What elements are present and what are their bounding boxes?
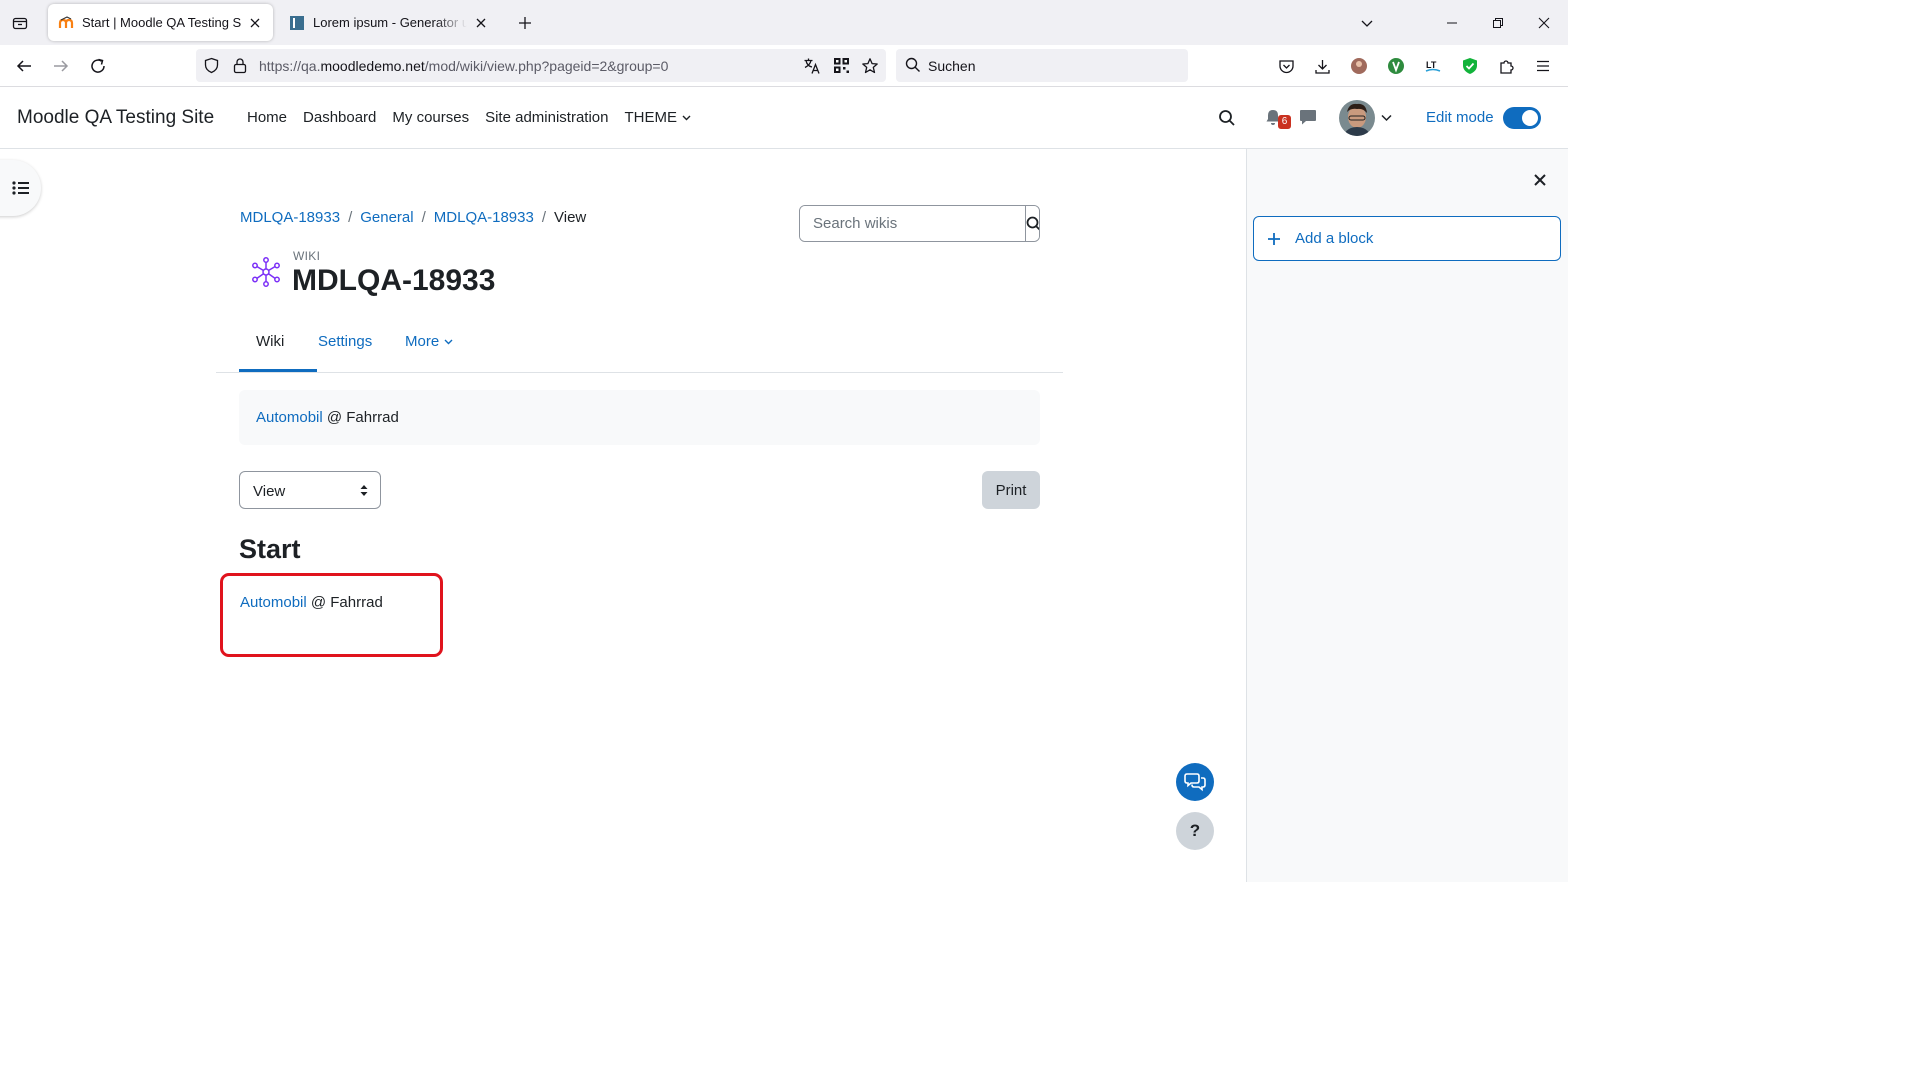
browser-toolbar: https://qa.moodledemo.net/mod/wiki/view.… [0,45,1568,87]
user-avatar[interactable] [1339,100,1375,136]
edit-mode-label: Edit mode [1426,109,1494,126]
wiki-nav-link-automobil[interactable]: Automobil [256,409,323,426]
primary-navigation: Home Dashboard My courses Site administr… [247,109,691,126]
lorem-favicon-icon [289,15,305,31]
bookmark-star-icon[interactable] [861,57,879,75]
back-icon[interactable] [11,53,37,79]
languagetool-icon[interactable]: LT [1420,53,1446,79]
toggle-knob [1522,110,1538,126]
tab-wiki[interactable]: Wiki [256,333,284,350]
browser-search-bar[interactable]: Suchen [896,49,1188,82]
nav-theme-dropdown[interactable]: THEME [625,109,692,126]
moodle-header: Moodle QA Testing Site Home Dashboard My… [0,87,1568,149]
tab-settings[interactable]: Settings [318,333,372,350]
chevron-down-icon [444,339,453,345]
nav-site-administration[interactable]: Site administration [485,109,608,126]
list-all-tabs-icon[interactable] [1355,11,1379,35]
wiki-nav-rest: @ Fahrrad [322,409,399,426]
profile-extension-icon[interactable] [1346,53,1372,79]
qr-code-icon[interactable] [833,57,850,74]
close-window-icon[interactable] [1532,11,1556,35]
search-wikis-button[interactable] [1025,206,1039,241]
list-icon [11,181,29,195]
moodle-favicon-icon [58,15,74,31]
nav-home[interactable]: Home [247,109,287,126]
shield-icon[interactable] [203,57,220,74]
view-select-value: View [253,483,286,500]
chevron-down-icon [682,115,691,121]
search-wikis-input[interactable] [800,206,1025,241]
url-bar[interactable]: https://qa.moodledemo.net/mod/wiki/view.… [196,49,886,82]
hamburger-menu-icon[interactable] [1530,53,1556,79]
search-icon [905,57,921,73]
translate-icon[interactable] [803,57,821,75]
restore-icon[interactable] [1486,11,1510,35]
forward-icon[interactable] [48,53,74,79]
add-block-button[interactable]: Add a block [1253,216,1561,261]
extension-green-icon[interactable] [1383,53,1409,79]
reload-icon[interactable] [85,53,111,79]
chat-button[interactable] [1176,763,1214,801]
minimize-icon[interactable] [1440,11,1464,35]
browser-tab-bar: Start | Moodle QA Testing Site Lorem ips… [0,0,1568,45]
secondary-navigation: Wiki Settings More [216,324,1063,373]
close-block-drawer-icon[interactable] [1530,170,1550,190]
wiki-navigation-box: Automobil @ Fahrrad [239,390,1040,445]
nav-my-courses[interactable]: My courses [392,109,469,126]
close-tab-icon[interactable] [247,15,263,31]
security-shield-icon[interactable] [1457,53,1483,79]
tab-list-icon[interactable] [8,11,32,35]
active-tab-indicator [239,369,317,372]
module-type-label: WIKI [293,249,321,263]
wiki-nav-text: Automobil @ Fahrrad [256,409,399,426]
search-wikis-form [799,205,1040,242]
new-tab-icon[interactable] [514,12,536,34]
page-title: MDLQA-18933 [292,264,496,297]
tab-title: Lorem ipsum - Generator und Info [313,15,467,30]
browser-search-placeholder: Suchen [928,58,976,74]
wiki-page-heading: Start [239,534,301,564]
nav-dashboard[interactable]: Dashboard [303,109,376,126]
plus-icon [1268,232,1280,245]
breadcrumb-separator: / [541,209,547,226]
messages-icon[interactable] [1299,109,1317,126]
view-select[interactable]: View [239,471,381,509]
close-tab-icon[interactable] [473,15,489,31]
help-button[interactable]: ? [1176,812,1214,850]
wiki-activity-icon [250,256,282,288]
search-icon [1026,216,1039,230]
tab-more[interactable]: More [405,333,453,350]
url-text: https://qa.moodledemo.net/mod/wiki/view.… [259,58,669,74]
breadcrumb-separator: / [348,209,353,226]
notification-count-badge: 6 [1278,115,1291,129]
breadcrumb-course[interactable]: MDLQA-18933 [240,209,340,226]
site-name[interactable]: Moodle QA Testing Site [17,107,214,129]
select-arrows-icon [360,485,368,496]
downloads-icon[interactable] [1309,53,1335,79]
open-course-index-button[interactable] [0,160,41,216]
user-menu-chevron-icon[interactable] [1381,113,1392,122]
extensions-puzzle-icon[interactable] [1494,53,1520,79]
tab-title: Start | Moodle QA Testing Site [82,15,241,30]
print-button[interactable]: Print [982,471,1040,509]
svg-text:LT: LT [1426,60,1437,70]
tab-lorem[interactable]: Lorem ipsum - Generator und Info [279,4,499,41]
pocket-icon[interactable] [1273,53,1299,79]
breadcrumb-wiki[interactable]: MDLQA-18933 [434,209,534,226]
tab-moodle[interactable]: Start | Moodle QA Testing Site [48,4,273,41]
breadcrumb-separator: / [421,209,426,226]
search-icon[interactable] [1218,109,1236,127]
tab-more-label: More [405,333,440,350]
add-block-label: Add a block [1295,230,1374,247]
breadcrumb-section[interactable]: General [360,209,413,226]
highlight-annotation-box [220,573,443,657]
lock-icon[interactable] [232,57,248,74]
nav-theme-label: THEME [624,109,678,126]
chat-bubbles-icon [1184,773,1206,792]
edit-mode-toggle[interactable] [1503,107,1541,129]
breadcrumb-current: View [554,209,587,226]
breadcrumb: MDLQA-18933 / General / MDLQA-18933 / Vi… [240,209,586,226]
